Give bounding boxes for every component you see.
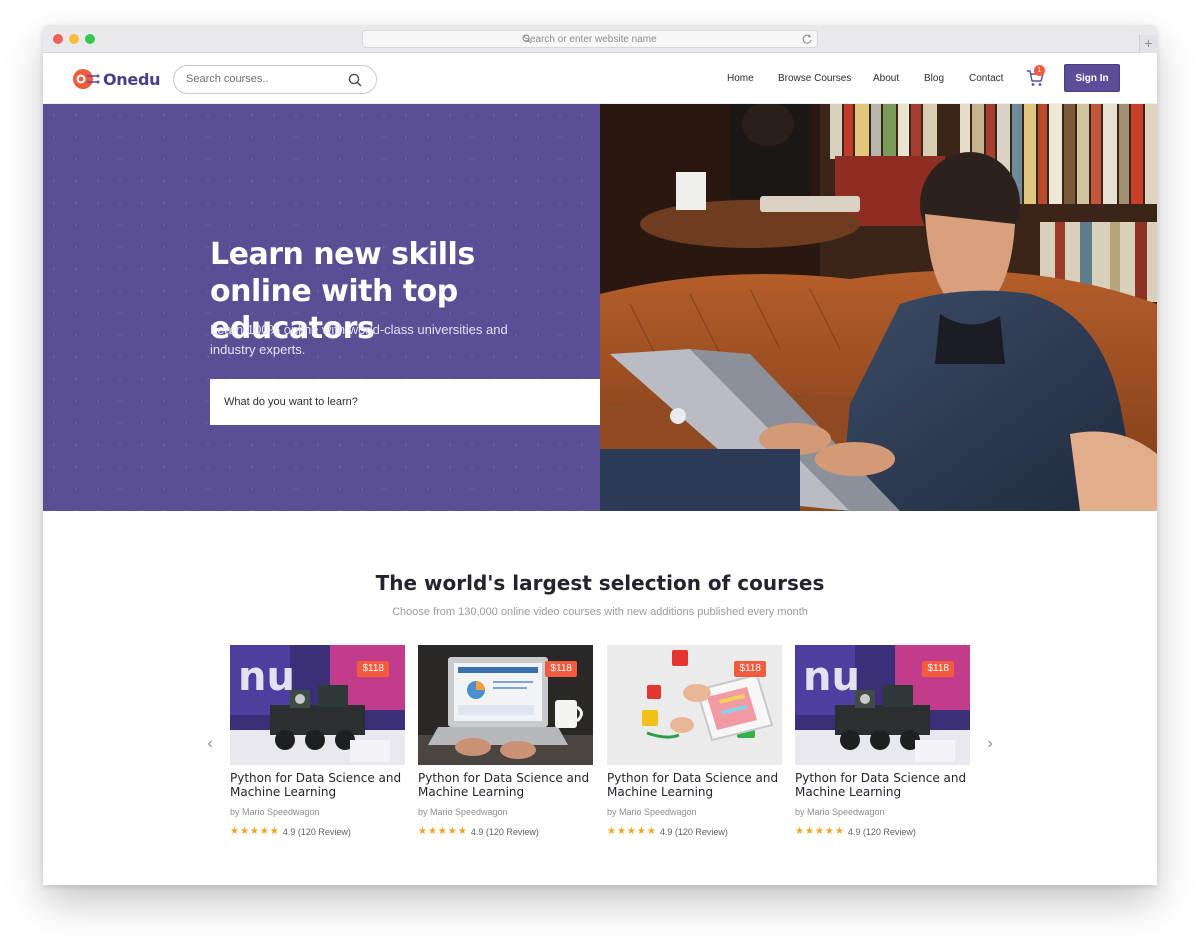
courses-section-title: The world's largest selection of courses <box>375 571 825 595</box>
nav-contact[interactable]: Contact <box>969 73 1003 84</box>
review-count: (120 Review) <box>297 826 351 837</box>
course-rating: ★★★★★ 4.9 (120 Review) <box>607 826 728 837</box>
minimize-window-button[interactable] <box>69 34 79 44</box>
rating-value: 4.9 <box>282 826 296 837</box>
logo-text: Onedu <box>103 69 161 89</box>
hero-search-input[interactable]: What do you want to learn? <box>210 379 600 425</box>
course-title[interactable]: Python for Data Science and Machine Lear… <box>418 771 593 799</box>
site-header: Onedu Search courses.. Home Browse Cours… <box>43 53 1157 104</box>
course-search-placeholder: Search courses.. <box>186 73 269 85</box>
svg-text:nu: nu <box>803 654 860 700</box>
star-rating-icon: ★★★★★ <box>795 826 845 837</box>
rating-value: 4.9 <box>659 826 673 837</box>
svg-text:nu: nu <box>238 654 295 700</box>
sign-in-button[interactable]: Sign In <box>1064 64 1120 92</box>
star-rating-icon: ★★★★★ <box>418 826 468 837</box>
nav-home[interactable]: Home <box>727 73 754 84</box>
course-author: by Mario Speedwagon <box>418 807 508 817</box>
course-search-input[interactable]: Search courses.. <box>173 65 377 94</box>
review-count: (120 Review) <box>862 826 916 837</box>
hero-image-student-laptop <box>600 104 1157 511</box>
star-rating-icon: ★★★★★ <box>230 826 280 837</box>
review-count: (120 Review) <box>674 826 728 837</box>
hero-search-placeholder: What do you want to learn? <box>224 396 358 408</box>
course-card[interactable]: nu $118 Python for Data Science and Mach… <box>230 645 405 845</box>
reload-icon[interactable] <box>801 33 813 45</box>
browser-window: Search or enter website name + Onedu Sea… <box>43 25 1157 885</box>
logo[interactable]: Onedu <box>72 67 161 91</box>
courses-section-subtitle: Choose from 130,000 online video courses… <box>392 606 808 618</box>
course-author: by Mario Speedwagon <box>607 807 697 817</box>
new-tab-button[interactable]: + <box>1139 35 1157 53</box>
hero-subtitle: Learn 100% online with world-class unive… <box>210 322 508 357</box>
course-rating: ★★★★★ 4.9 (120 Review) <box>795 826 916 837</box>
close-window-button[interactable] <box>53 34 63 44</box>
address-bar[interactable]: Search or enter website name <box>362 30 818 48</box>
browser-toolbar: Search or enter website name + <box>43 25 1157 53</box>
course-card[interactable]: nu $118 Python for Data Science and Mach… <box>795 645 970 845</box>
review-count: (120 Review) <box>485 826 539 837</box>
course-rating: ★★★★★ 4.9 (120 Review) <box>230 826 351 837</box>
course-author: by Mario Speedwagon <box>795 807 885 817</box>
cart-count-badge: 1 <box>1034 65 1045 76</box>
rating-value: 4.9 <box>847 826 861 837</box>
course-card[interactable]: $118 Python for Data Science and Machine… <box>607 645 782 845</box>
course-rating: ★★★★★ 4.9 (120 Review) <box>418 826 539 837</box>
course-title[interactable]: Python for Data Science and Machine Lear… <box>795 771 970 799</box>
search-icon[interactable] <box>348 73 362 87</box>
logo-icon <box>73 69 100 89</box>
hero-section: Learn new skills online with top educato… <box>43 104 1157 511</box>
course-title[interactable]: Python for Data Science and Machine Lear… <box>230 771 405 799</box>
course-title[interactable]: Python for Data Science and Machine Lear… <box>607 771 782 799</box>
maximize-window-button[interactable] <box>85 34 95 44</box>
chevron-right-icon[interactable]: › <box>983 736 997 752</box>
price-badge: $118 <box>922 661 954 677</box>
address-placeholder: Search or enter website name <box>523 34 657 45</box>
price-badge: $118 <box>734 661 766 677</box>
course-card[interactable]: $118 Python for Data Science and Machine… <box>418 645 593 845</box>
nav-about[interactable]: About <box>873 73 899 84</box>
star-rating-icon: ★★★★★ <box>607 826 657 837</box>
nav-browse-courses[interactable]: Browse Courses <box>778 73 851 84</box>
rating-value: 4.9 <box>470 826 484 837</box>
chevron-left-icon[interactable]: ‹ <box>203 736 217 752</box>
hero-panel: Learn new skills online with top educato… <box>43 104 600 511</box>
price-badge: $118 <box>357 661 389 677</box>
course-author: by Mario Speedwagon <box>230 807 320 817</box>
price-badge: $118 <box>545 661 577 677</box>
nav-blog[interactable]: Blog <box>924 73 944 84</box>
